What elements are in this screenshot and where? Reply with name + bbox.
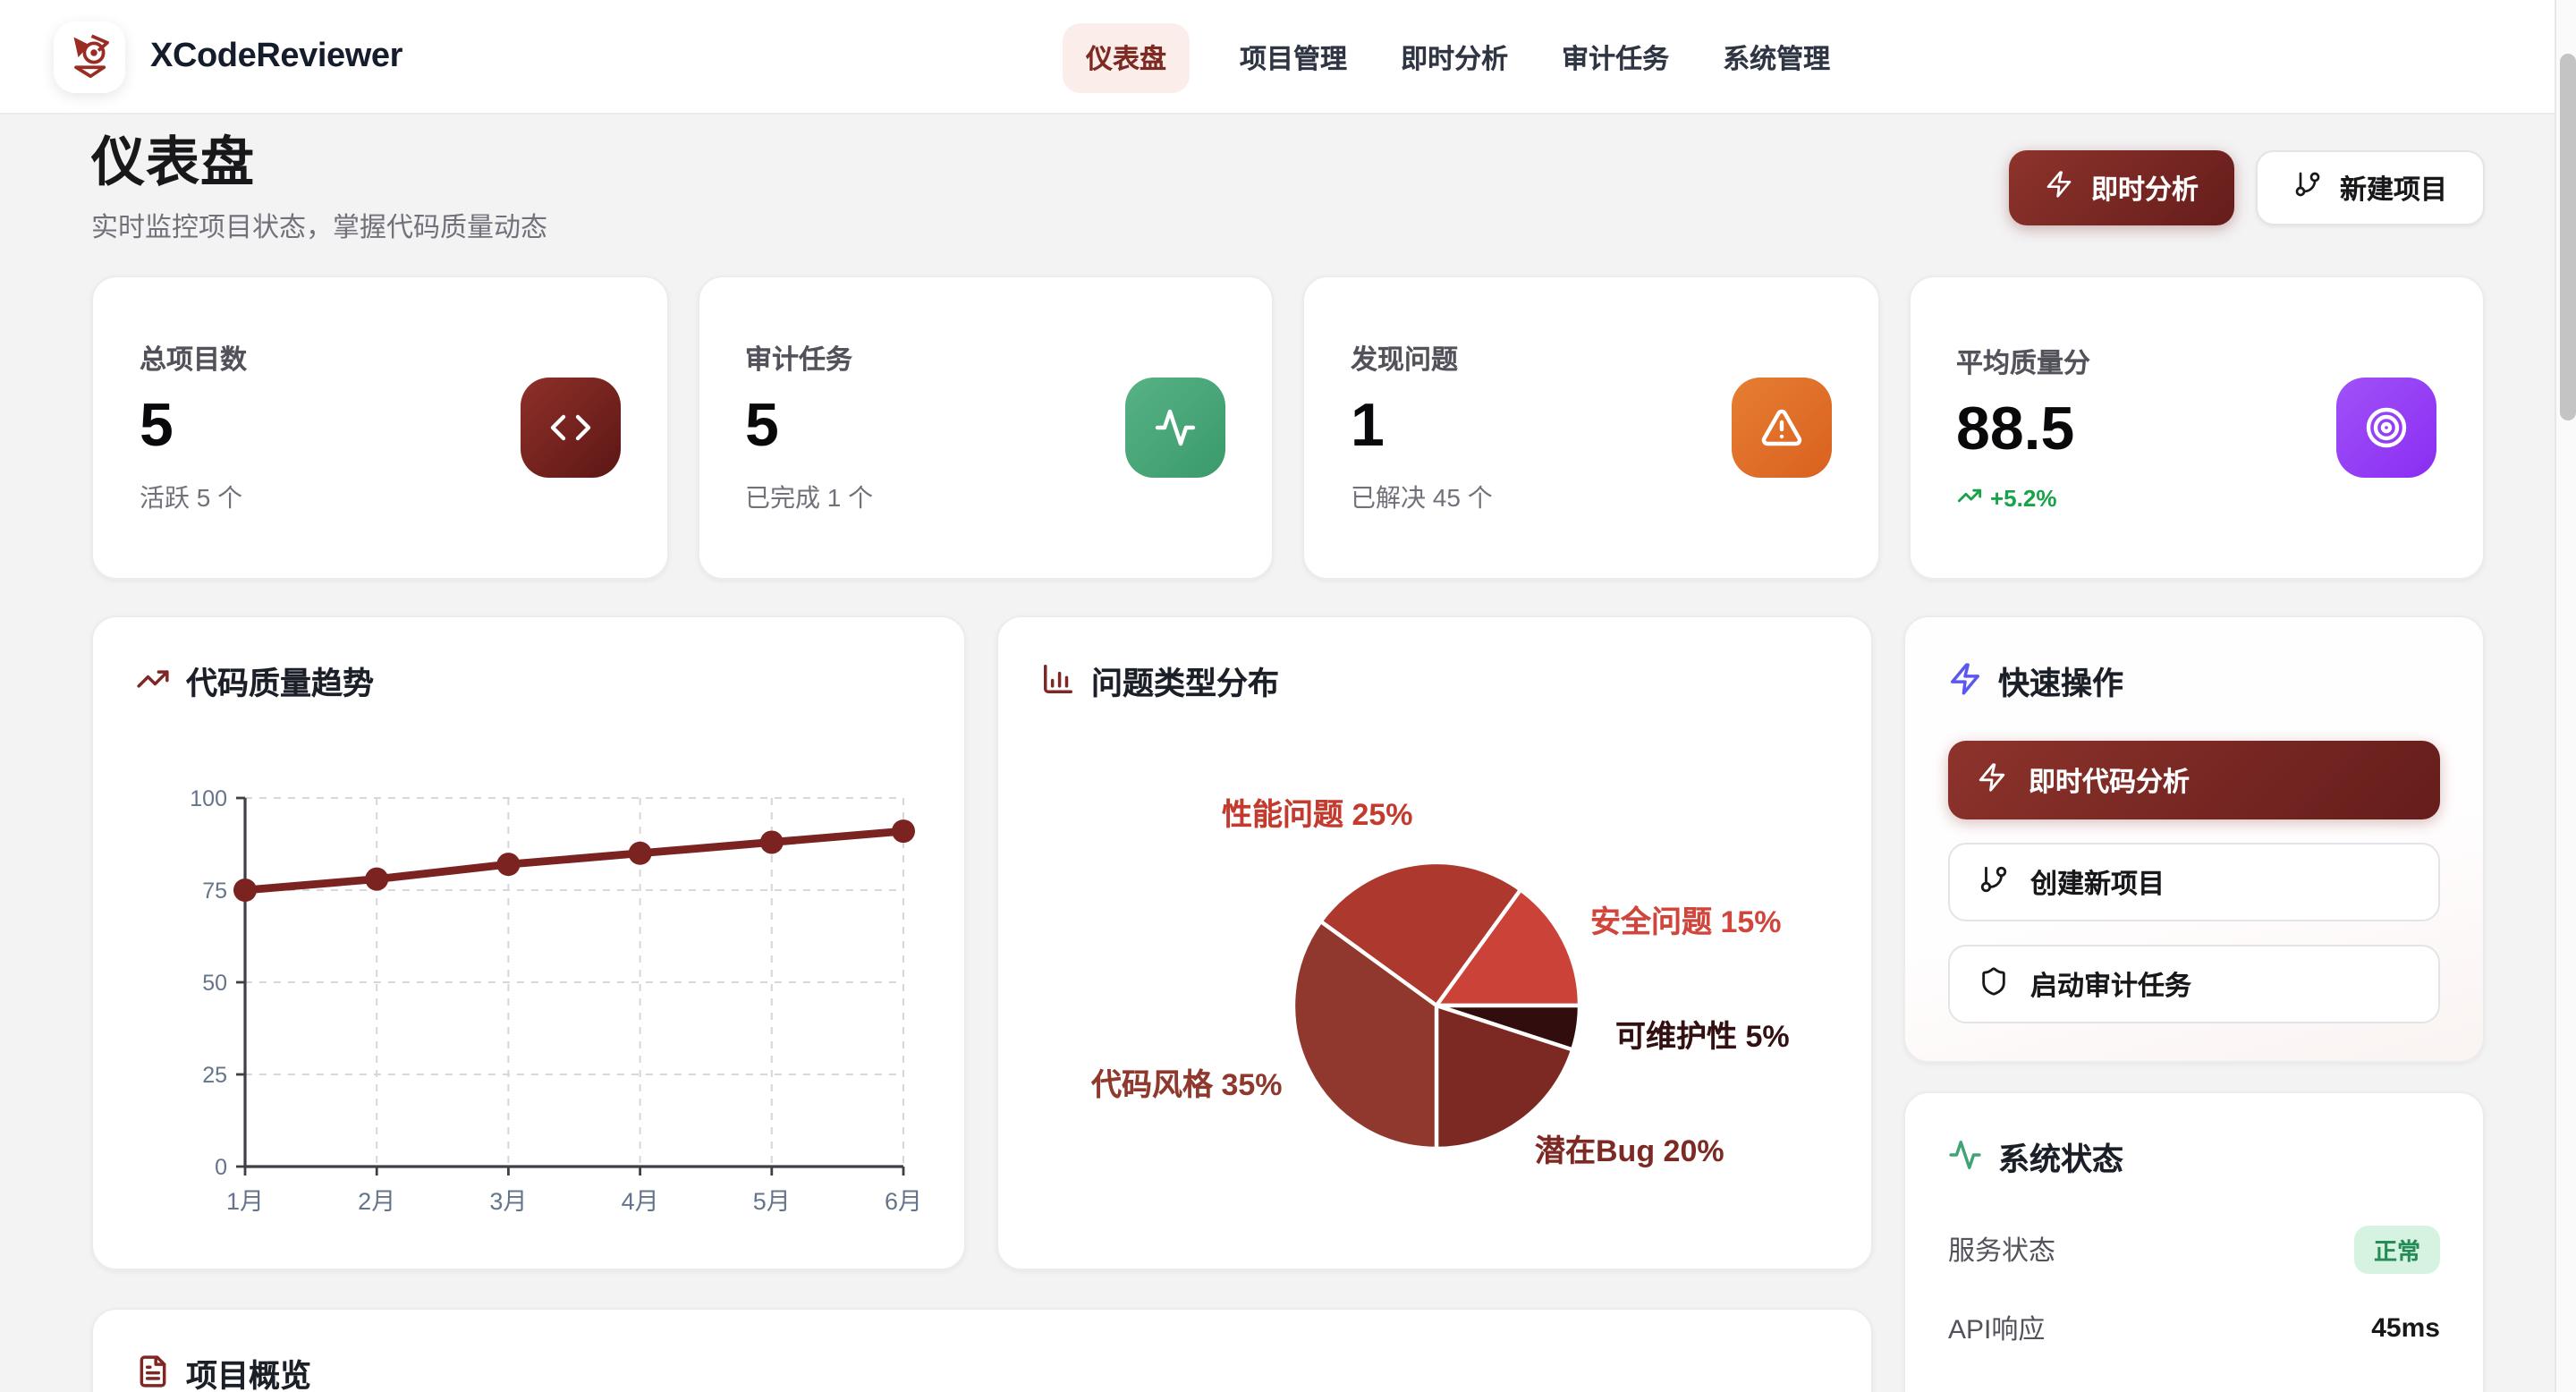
code-icon <box>520 378 620 478</box>
stat-label: 审计任务 <box>745 340 1225 378</box>
status-badge: 正常 <box>2354 1225 2440 1273</box>
file-text-icon <box>136 1354 170 1392</box>
start-audit-task-button[interactable]: 启动审计任务 <box>1948 945 2440 1023</box>
zap-icon <box>1977 761 2007 799</box>
pie-slice-label: 可维护性 5% <box>1615 1011 1790 1056</box>
target-icon <box>2336 378 2436 478</box>
brand-name: XCodeReviewer <box>150 37 402 76</box>
svg-text:4月: 4月 <box>622 1188 659 1215</box>
nav-item-instant-analysis[interactable]: 即时分析 <box>1397 31 1512 83</box>
card-title-text: 快速操作 <box>1998 660 2123 705</box>
stat-card-total-projects: 总项目数 5 活跃 5 个 <box>91 276 668 580</box>
nav-item-projects[interactable]: 项目管理 <box>1236 31 1351 83</box>
pie-slice-label: 潜在Bug 20% <box>1535 1125 1724 1170</box>
issue-distribution-card: 问题类型分布 性能问题 25% 安全问题 15% 可维护性 5% 潜在Bug 20% 代… <box>996 615 1873 1270</box>
nav-item-system-admin[interactable]: 系统管理 <box>1719 31 1834 83</box>
page-title: 仪表盘 <box>91 129 547 200</box>
system-status-card: 系统状态 服务状态 正常 API响应 45ms <box>1903 1091 2485 1392</box>
issue-distribution-plot: 性能问题 25% 安全问题 15% 可维护性 5% 潜在Bug 20% 代码风格 35% <box>998 617 1871 1269</box>
svg-text:6月: 6月 <box>885 1188 922 1215</box>
git-branch-icon <box>2293 170 2322 206</box>
svg-text:100: 100 <box>190 786 227 811</box>
stat-sub: 活跃 5 个 <box>140 480 620 515</box>
status-row-service: 服务状态 正常 <box>1948 1224 2440 1274</box>
project-overview-card: 项目概览 <box>91 1308 1873 1392</box>
alert-triangle-icon <box>1731 378 1831 478</box>
svg-text:2月: 2月 <box>358 1188 395 1215</box>
top-nav-bar: XCodeReviewer 仪表盘 项目管理 即时分析 审计任务 系统管理 <box>0 0 2576 115</box>
svg-text:25: 25 <box>202 1063 227 1088</box>
instant-code-analysis-button[interactable]: 即时代码分析 <box>1948 741 2440 819</box>
svg-text:1月: 1月 <box>226 1188 264 1215</box>
trending-up-icon <box>1956 482 1981 513</box>
card-title-text: 项目概览 <box>186 1353 311 1392</box>
main-content: 仪表盘 实时监控项目状态，掌握代码质量动态 即时分析 新建项目 <box>0 115 2576 1392</box>
quality-trend-card: 代码质量趋势 0 25 50 75 100 1月 2月 3月 4月 5月 6月 <box>91 615 966 1270</box>
quick-actions-card: 快速操作 即时代码分析 创建新项目 <box>1903 615 2485 1063</box>
stat-label: 平均质量分 <box>1956 343 2436 380</box>
trending-up-icon <box>136 661 170 704</box>
brand: XCodeReviewer <box>54 21 402 92</box>
bar-chart-icon <box>1041 661 1075 704</box>
zap-icon <box>1948 661 1982 704</box>
activity-icon <box>1948 1137 1982 1180</box>
git-branch-icon <box>1979 863 2009 901</box>
stat-card-issues-found: 发现问题 1 已解决 45 个 <box>1302 276 1879 580</box>
card-title-text: 系统状态 <box>1998 1136 2123 1181</box>
activity-icon <box>1125 378 1225 478</box>
card-title-text: 代码质量趋势 <box>186 660 374 705</box>
stat-sub: 已完成 1 个 <box>745 480 1225 515</box>
svg-text:50: 50 <box>202 971 227 996</box>
card-title-text: 问题类型分布 <box>1091 660 1279 705</box>
new-project-button[interactable]: 新建项目 <box>2256 150 2485 225</box>
stat-label: 总项目数 <box>140 340 620 378</box>
pie-slice-label: 代码风格 35% <box>1091 1059 1283 1104</box>
pie-slice-label: 性能问题 25% <box>1222 789 1413 834</box>
shield-icon <box>1979 965 2009 1003</box>
svg-text:3月: 3月 <box>489 1188 527 1215</box>
stat-card-audit-tasks: 审计任务 5 已完成 1 个 <box>697 276 1274 580</box>
stat-trend: +5.2% <box>1956 482 2436 513</box>
right-column: 快速操作 即时代码分析 创建新项目 <box>1903 615 2485 1392</box>
xcodereviewer-logo-icon <box>54 21 125 92</box>
svg-text:0: 0 <box>215 1155 227 1180</box>
scrollbar-thumb[interactable] <box>2559 54 2575 420</box>
create-new-project-button[interactable]: 创建新项目 <box>1948 843 2440 921</box>
quality-trend-plot: 0 25 50 75 100 1月 2月 3月 4月 5月 6月 <box>143 782 930 1256</box>
charts-row: 代码质量趋势 0 25 50 75 100 1月 2月 3月 4月 5月 6月 问题类型分布 性能问… <box>91 615 2485 1270</box>
page-scrollbar[interactable] <box>2555 0 2576 1392</box>
svg-text:75: 75 <box>202 878 227 904</box>
stat-card-avg-quality: 平均质量分 88.5 +5.2% <box>1908 276 2485 580</box>
svg-text:5月: 5月 <box>753 1188 791 1215</box>
stat-label: 发现问题 <box>1351 340 1831 378</box>
page-header: 仪表盘 实时监控项目状态，掌握代码质量动态 即时分析 新建项目 <box>91 129 2485 247</box>
main-nav: 仪表盘 项目管理 即时分析 审计任务 系统管理 <box>1063 0 1834 115</box>
stat-cards-row: 总项目数 5 活跃 5 个 审计任务 5 已完成 1 个 发现问题 1 已解决 … <box>91 276 2485 580</box>
nav-item-audit-tasks[interactable]: 审计任务 <box>1558 31 1673 83</box>
zap-icon <box>2045 170 2073 206</box>
app-window: XCodeReviewer 仪表盘 项目管理 即时分析 审计任务 系统管理 仪表… <box>0 0 2576 1392</box>
status-row-api: API响应 45ms <box>1948 1303 2440 1353</box>
page-subtitle: 实时监控项目状态，掌握代码质量动态 <box>91 211 547 247</box>
nav-item-dashboard[interactable]: 仪表盘 <box>1063 22 1190 92</box>
pie-slice-label: 安全问题 15% <box>1590 896 1782 941</box>
stat-sub: 已解决 45 个 <box>1351 480 1831 515</box>
instant-analysis-button[interactable]: 即时分析 <box>2009 150 2234 225</box>
